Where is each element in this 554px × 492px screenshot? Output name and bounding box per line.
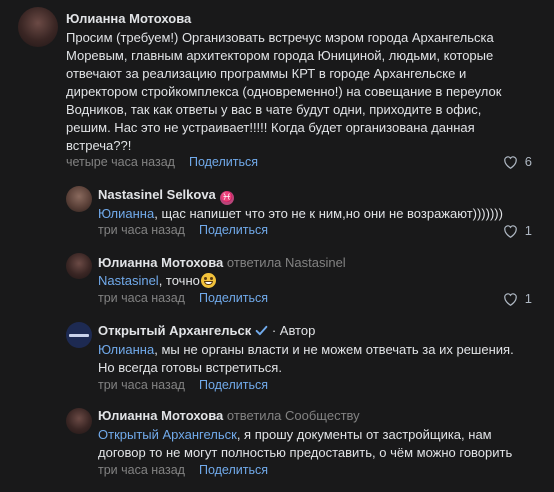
- share-button[interactable]: Поделиться: [199, 463, 268, 477]
- author-badge: · Автор: [271, 323, 316, 338]
- logo-icon: [69, 333, 89, 337]
- comment-body: , я прошу документы от застройщика, нам: [236, 427, 492, 442]
- comment-body: , щас напишет что это не к ним,но они не…: [154, 206, 503, 221]
- mention-link[interactable]: Юлианна: [98, 342, 154, 357]
- comment-text-line: отвечают за реализацию программы КРТ в г…: [66, 66, 467, 81]
- like-count: 1: [524, 223, 532, 238]
- comment-time[interactable]: три часа назад: [98, 223, 185, 237]
- like-button[interactable]: 6: [503, 154, 532, 169]
- like-button[interactable]: 1: [503, 291, 532, 306]
- heart-icon: [503, 224, 517, 238]
- comment-text-line: решим. Нас это не устраивает!!!!! Когда …: [66, 120, 475, 135]
- reply-to-label[interactable]: ответила Сообществу: [227, 408, 360, 423]
- author-name: Юлианна Мотохова: [98, 255, 224, 270]
- comment-text-line: Но всегда готовы встретиться.: [98, 360, 282, 375]
- comment-text-line: Просим (требуем!) Организовать встречус …: [66, 30, 494, 45]
- comment-text-line: Открытый Архангельск, я прошу документы …: [98, 426, 538, 444]
- pisces-icon: ♓: [219, 191, 234, 205]
- comment-meta: три часа назад Поделиться: [98, 378, 268, 392]
- comment-author[interactable]: Юлианна Мотохова ответила Nastasinel: [98, 255, 346, 270]
- comment-meta: три часа назад Поделиться: [98, 223, 268, 237]
- share-button[interactable]: Поделиться: [199, 291, 268, 305]
- comment-text-line: директором стройкомплекса (одновременно!…: [66, 84, 502, 99]
- comment-text: Просим (требуем!) Организовать встречус …: [66, 29, 546, 155]
- heart-icon: [503, 155, 517, 169]
- comment-author[interactable]: Nastasinel Selkova ♓: [98, 187, 234, 205]
- comment-meta: четыре часа назад Поделиться: [66, 155, 258, 169]
- heart-icon: [503, 292, 517, 306]
- like-count: 1: [524, 291, 532, 306]
- comment-meta: три часа назад Поделиться: [98, 463, 268, 477]
- share-button[interactable]: Поделиться: [199, 378, 268, 392]
- author-name: Юлианна Мотохова: [98, 408, 224, 423]
- comment-author[interactable]: Открытый Архангельск · Автор: [98, 323, 315, 338]
- like-count: 6: [524, 154, 532, 169]
- comment-meta: три часа назад Поделиться: [98, 291, 268, 305]
- comment-time[interactable]: три часа назад: [98, 291, 185, 305]
- comment-time[interactable]: четыре часа назад: [66, 155, 175, 169]
- avatar[interactable]: [66, 253, 92, 279]
- comment-body: , точно: [158, 273, 200, 288]
- comment-time[interactable]: три часа назад: [98, 378, 185, 392]
- comment-text-line: договор то не могут полностью предостави…: [98, 445, 513, 460]
- comment-text: Открытый Архангельск, я прошу документы …: [98, 426, 538, 462]
- comment-text: Юлианна, мы не органы власти и не можем …: [98, 341, 538, 377]
- comment-text-line: встреча??!: [66, 138, 132, 153]
- verified-icon: [255, 325, 268, 336]
- avatar[interactable]: [18, 7, 58, 47]
- share-button[interactable]: Поделиться: [189, 155, 258, 169]
- comment-author[interactable]: Юлианна Мотохова ответила Сообществу: [98, 408, 360, 423]
- avatar[interactable]: [66, 322, 92, 348]
- avatar[interactable]: [66, 186, 92, 212]
- mention-link[interactable]: Юлианна: [98, 206, 154, 221]
- comment-text: Юлианна, щас напишет что это не к ним,но…: [98, 205, 538, 223]
- reply-to-label[interactable]: ответила Nastasinel: [227, 255, 346, 270]
- share-button[interactable]: Поделиться: [199, 223, 268, 237]
- author-name: Nastasinel Selkova: [98, 187, 216, 202]
- comment-body: , мы не органы власти и не можем отвечат…: [154, 342, 514, 357]
- author-name: Открытый Архангельск: [98, 323, 252, 338]
- grinning-emoji-icon: [200, 273, 216, 288]
- comment-time[interactable]: три часа назад: [98, 463, 185, 477]
- comment-text: Nastasinel, точно: [98, 272, 538, 290]
- comment-text-line: Юлианна, мы не органы власти и не можем …: [98, 341, 538, 359]
- comment-text-line: Моревым, главным архитектором города Юни…: [66, 48, 494, 63]
- comment-text-line: Водников, так как ответы у вас в чате бу…: [66, 102, 482, 117]
- mention-link[interactable]: Открытый Архангельск: [98, 427, 237, 442]
- like-button[interactable]: 1: [503, 223, 532, 238]
- mention-link[interactable]: Nastasinel: [98, 273, 159, 288]
- avatar[interactable]: [66, 408, 92, 434]
- comment-author[interactable]: Юлианна Мотохова: [66, 11, 191, 26]
